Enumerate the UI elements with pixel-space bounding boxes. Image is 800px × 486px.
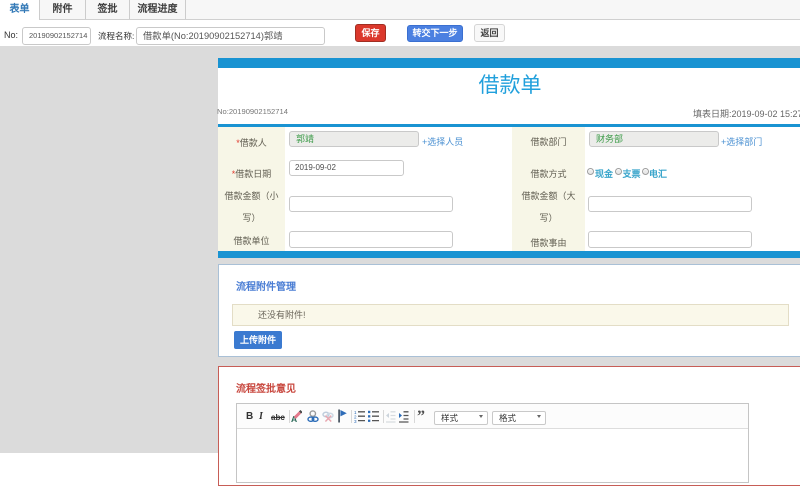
svg-text:3: 3 [354,419,357,423]
